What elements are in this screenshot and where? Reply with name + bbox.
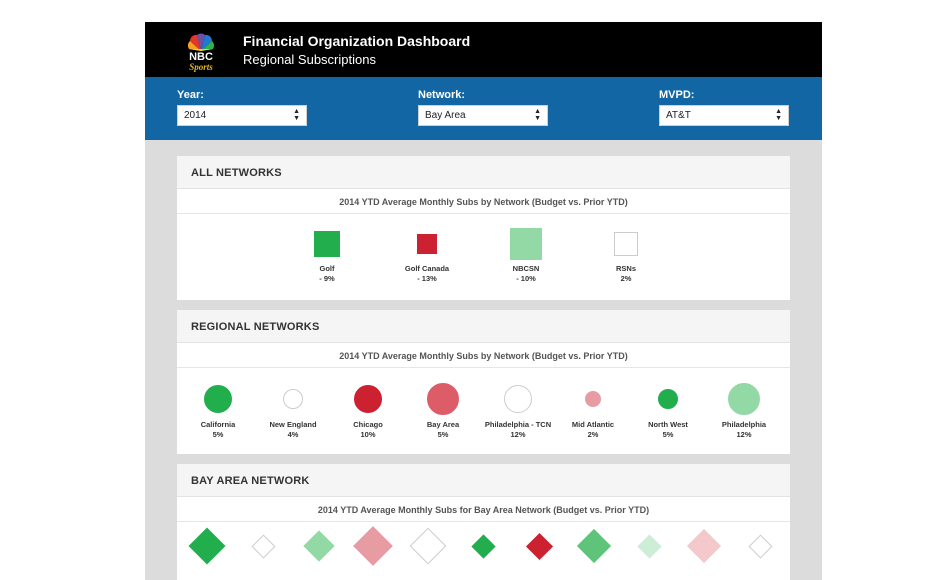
regional-networks-chart-title: 2014 YTD Average Monthly Subs by Network… [177,343,790,368]
bay-area-diamond[interactable] [250,533,276,559]
network-select[interactable]: Bay Area ▲ ▼ [418,105,548,126]
regional-name: Philadelphia [721,420,767,429]
regional-value: 12% [736,430,752,439]
bay-area-diamond[interactable] [188,527,226,565]
network-name: Golf [319,264,335,273]
regional-circle-item[interactable]: Philadelphia 12% [699,383,789,440]
all-networks-card: ALL NETWORKS 2014 YTD Average Monthly Su… [177,156,790,300]
year-filter: Year: 2014 ▲ ▼ [177,89,307,126]
regional-circle [354,385,382,413]
network-square-item[interactable]: RSNs 2% [581,230,671,286]
year-label: Year: [177,89,204,101]
bay-area-diamond[interactable] [636,533,662,559]
network-value: 2% [620,274,632,283]
year-value: 2014 [184,110,207,121]
bay-area-diamond[interactable] [303,530,335,562]
network-value: - 13% [417,274,437,283]
regional-circle [204,385,232,413]
network-square [614,232,638,256]
bay-area-diamond[interactable] [687,529,721,563]
bay-area-diamond[interactable] [409,527,447,565]
regional-circle [283,389,303,409]
mvpd-filter: MVPD: AT&T ▲ ▼ [659,89,789,126]
network-square [417,234,437,254]
network-square-item[interactable]: NBCSN - 10% [481,228,571,286]
network-value: Bay Area [425,110,466,121]
network-name: NBCSN [512,264,540,273]
header-bar: NBC Sports Financial Organization Dashbo… [145,22,822,77]
regional-circle [504,385,532,413]
regional-circle [427,383,459,415]
all-networks-chart-title: 2014 YTD Average Monthly Subs by Network… [177,189,790,214]
regional-networks-card: REGIONAL NETWORKS 2014 YTD Average Month… [177,310,790,454]
regional-circle [658,389,678,409]
network-square-item[interactable]: Golf - 9% [282,230,372,286]
select-arrows-icon: ▲ ▼ [293,108,300,122]
nbc-sports-logo: NBC Sports [187,33,215,72]
network-filter: Network: Bay Area ▲ ▼ [418,89,548,126]
bay-area-diamond[interactable] [353,526,393,566]
bay-area-heading: BAY AREA NETWORK [177,464,790,497]
network-square [314,231,340,257]
network-label: Network: [418,89,466,101]
bay-area-card: BAY AREA NETWORK 2014 YTD Average Monthl… [177,464,790,580]
network-name: Golf Canada [404,264,450,273]
regional-circle [728,383,760,415]
network-square-item[interactable]: Golf Canada - 13% [382,230,472,286]
network-value: - 9% [319,274,335,283]
page-subtitle: Regional Subscriptions [243,52,376,67]
filter-bar: Year: 2014 ▲ ▼ Network: Bay Area ▲ ▼ MVPD:… [145,77,822,140]
regional-networks-heading: REGIONAL NETWORKS [177,310,790,343]
dashboard-app: NBC Sports Financial Organization Dashbo… [145,22,822,580]
page-title: Financial Organization Dashboard [243,33,471,49]
bay-area-chart-title: 2014 YTD Average Monthly Subs for Bay Ar… [177,497,790,522]
mvpd-label: MVPD: [659,89,695,101]
regional-circle [585,391,601,407]
bay-area-diamond[interactable] [525,532,553,560]
all-networks-heading: ALL NETWORKS [177,156,790,189]
svg-text:Sports: Sports [189,62,213,72]
mvpd-value: AT&T [666,110,691,121]
mvpd-select[interactable]: AT&T ▲ ▼ [659,105,789,126]
select-arrows-icon: ▲ ▼ [775,108,782,122]
network-value: - 10% [516,274,536,283]
network-name: RSNs [615,264,636,273]
year-select[interactable]: 2014 ▲ ▼ [177,105,307,126]
network-square [510,228,542,260]
bay-area-diamond[interactable] [470,533,496,559]
bay-area-diamond[interactable] [577,529,611,563]
bay-area-diamond[interactable] [747,533,773,559]
select-arrows-icon: ▲ ▼ [534,108,541,122]
